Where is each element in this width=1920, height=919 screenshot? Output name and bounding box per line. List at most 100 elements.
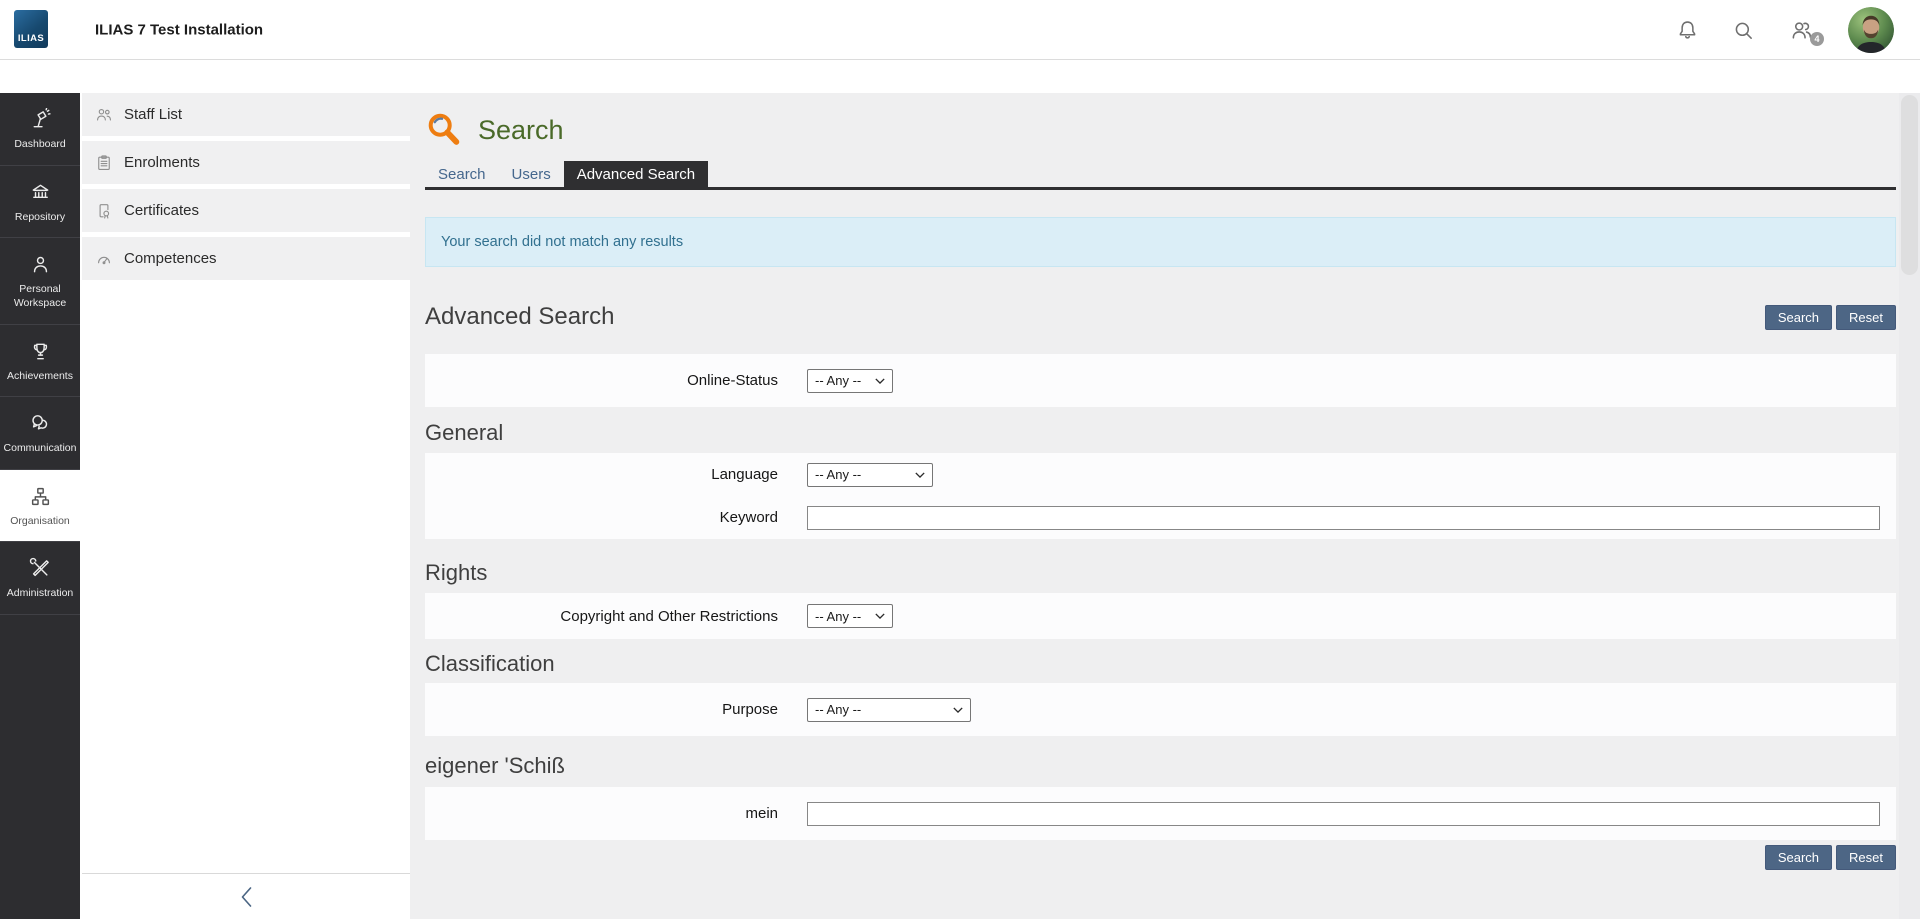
section-title: Advanced Search <box>425 303 614 331</box>
panel-item-staff-list[interactable]: Staff List <box>82 93 410 136</box>
ilias-logo-text: ILIAS <box>18 33 44 44</box>
rail-item-communication[interactable]: Communication <box>0 397 80 470</box>
form-group-classification: Purpose -- Any -- <box>425 683 1896 736</box>
competences-icon <box>95 250 113 268</box>
search-button-bottom[interactable]: Search <box>1765 845 1832 870</box>
collapse-panel-button[interactable] <box>82 873 410 919</box>
rail-item-personal-workspace[interactable]: Personal Workspace <box>0 238 80 324</box>
panel-item-label: Competences <box>124 250 217 267</box>
repository-icon <box>29 181 52 204</box>
rail-label: Achievements <box>7 370 73 384</box>
copyright-select[interactable]: -- Any -- <box>807 604 893 628</box>
form-row: Purpose -- Any -- <box>425 683 1896 736</box>
panel-item-certificates[interactable]: Certificates <box>82 189 410 232</box>
reset-button-top[interactable]: Reset <box>1836 305 1896 330</box>
rail-item-achievements[interactable]: Achievements <box>0 325 80 398</box>
form-group-online-status: Online-Status -- Any -- <box>425 354 1896 407</box>
panel-item-label: Staff List <box>124 106 182 123</box>
rail-label: Administration <box>7 587 74 601</box>
rail-label: Dashboard <box>14 138 65 152</box>
panel-item-enrolments[interactable]: Enrolments <box>82 141 410 184</box>
who-is-online-icon[interactable]: 4 <box>1788 18 1815 43</box>
form-row: Language -- Any -- <box>425 453 1896 496</box>
notifications-bell-icon[interactable] <box>1676 19 1699 42</box>
info-message-text: Your search did not match any results <box>441 234 683 250</box>
chevron-down-icon <box>915 472 925 478</box>
installation-title: ILIAS 7 Test Installation <box>95 21 263 38</box>
form-row: Online-Status -- Any -- <box>425 354 1896 407</box>
reset-button-bottom[interactable]: Reset <box>1836 845 1896 870</box>
panel-item-competences[interactable]: Competences <box>82 237 410 280</box>
keyword-input[interactable] <box>807 506 1880 530</box>
online-status-select[interactable]: -- Any -- <box>807 369 893 393</box>
form-group-custom: mein <box>425 787 1896 840</box>
form-row: Copyright and Other Restrictions -- Any … <box>425 593 1896 639</box>
group-title-rights: Rights <box>425 560 1896 586</box>
search-title-icon <box>425 111 463 149</box>
language-select[interactable]: -- Any -- <box>807 463 933 487</box>
tab-bar: Search Users Advanced Search <box>425 161 1896 190</box>
rail-item-repository[interactable]: Repository <box>0 166 80 239</box>
search-icon[interactable] <box>1732 19 1755 42</box>
user-avatar-image <box>1848 7 1894 53</box>
rail-label: Personal Workspace <box>3 283 77 310</box>
group-title-classification: Classification <box>425 651 1896 677</box>
advanced-search-header: Advanced Search Search Reset <box>425 303 1896 331</box>
vertical-scrollbar[interactable] <box>1899 93 1920 919</box>
rail-label: Communication <box>4 442 77 456</box>
chevron-down-icon <box>875 613 885 619</box>
tab-users[interactable]: Users <box>499 161 564 187</box>
enrolments-icon <box>95 154 113 172</box>
field-label: Purpose <box>425 701 793 718</box>
achievements-icon <box>29 340 52 363</box>
rail-item-administration[interactable]: Administration <box>0 542 80 615</box>
online-count-badge: 4 <box>1810 32 1824 46</box>
certificates-icon <box>95 202 113 220</box>
rail-item-organisation[interactable]: Organisation <box>0 470 80 543</box>
group-title-custom: eigener 'Schiß <box>425 753 1896 779</box>
page-title: Search <box>478 115 564 146</box>
field-label: Copyright and Other Restrictions <box>425 608 793 625</box>
info-message: Your search did not match any results <box>425 217 1896 267</box>
tab-advanced-search[interactable]: Advanced Search <box>564 161 708 187</box>
form-group-general: Language -- Any -- Keyword <box>425 453 1896 539</box>
staff-list-icon <box>95 106 113 124</box>
mein-input[interactable] <box>807 802 1880 826</box>
main-navigation-rail: Dashboard Repository Personal Workspace … <box>0 93 80 919</box>
select-value: -- Any -- <box>815 702 861 717</box>
administration-icon <box>29 557 52 580</box>
scrollbar-thumb[interactable] <box>1901 95 1918 275</box>
select-value: -- Any -- <box>815 467 861 482</box>
bottom-actions: Search Reset <box>425 845 1896 892</box>
topbar-icons: 4 <box>1676 0 1894 60</box>
rail-label: Organisation <box>10 515 70 529</box>
field-label: Language <box>425 466 793 483</box>
communication-icon <box>29 412 52 435</box>
main-content: Search Search Users Advanced Search Your… <box>410 93 1899 919</box>
field-label: Online-Status <box>425 372 793 389</box>
top-bar: ILIAS ILIAS 7 Test Installation 4 <box>0 0 1920 60</box>
field-label: Keyword <box>425 509 793 526</box>
organisation-side-panel: Staff List Enrolments Certificates Compe… <box>82 93 410 919</box>
purpose-select[interactable]: -- Any -- <box>807 698 971 722</box>
user-avatar[interactable] <box>1848 7 1894 53</box>
rail-item-dashboard[interactable]: Dashboard <box>0 93 80 166</box>
organisation-icon <box>29 485 52 508</box>
panel-item-label: Enrolments <box>124 154 200 171</box>
select-value: -- Any -- <box>815 373 861 388</box>
tab-search[interactable]: Search <box>425 161 499 187</box>
search-button-top[interactable]: Search <box>1765 305 1832 330</box>
rail-label: Repository <box>15 211 65 225</box>
form-group-rights: Copyright and Other Restrictions -- Any … <box>425 593 1896 639</box>
form-row: mein <box>425 787 1896 840</box>
personal-workspace-icon <box>29 253 52 276</box>
form-row: Keyword <box>425 496 1896 539</box>
chevron-down-icon <box>875 378 885 384</box>
panel-item-label: Certificates <box>124 202 199 219</box>
ilias-logo[interactable]: ILIAS <box>14 10 48 48</box>
dashboard-icon <box>29 108 52 131</box>
chevron-down-icon <box>953 707 963 713</box>
page-header: Search <box>425 93 1896 149</box>
field-label: mein <box>425 805 793 822</box>
select-value: -- Any -- <box>815 609 861 624</box>
